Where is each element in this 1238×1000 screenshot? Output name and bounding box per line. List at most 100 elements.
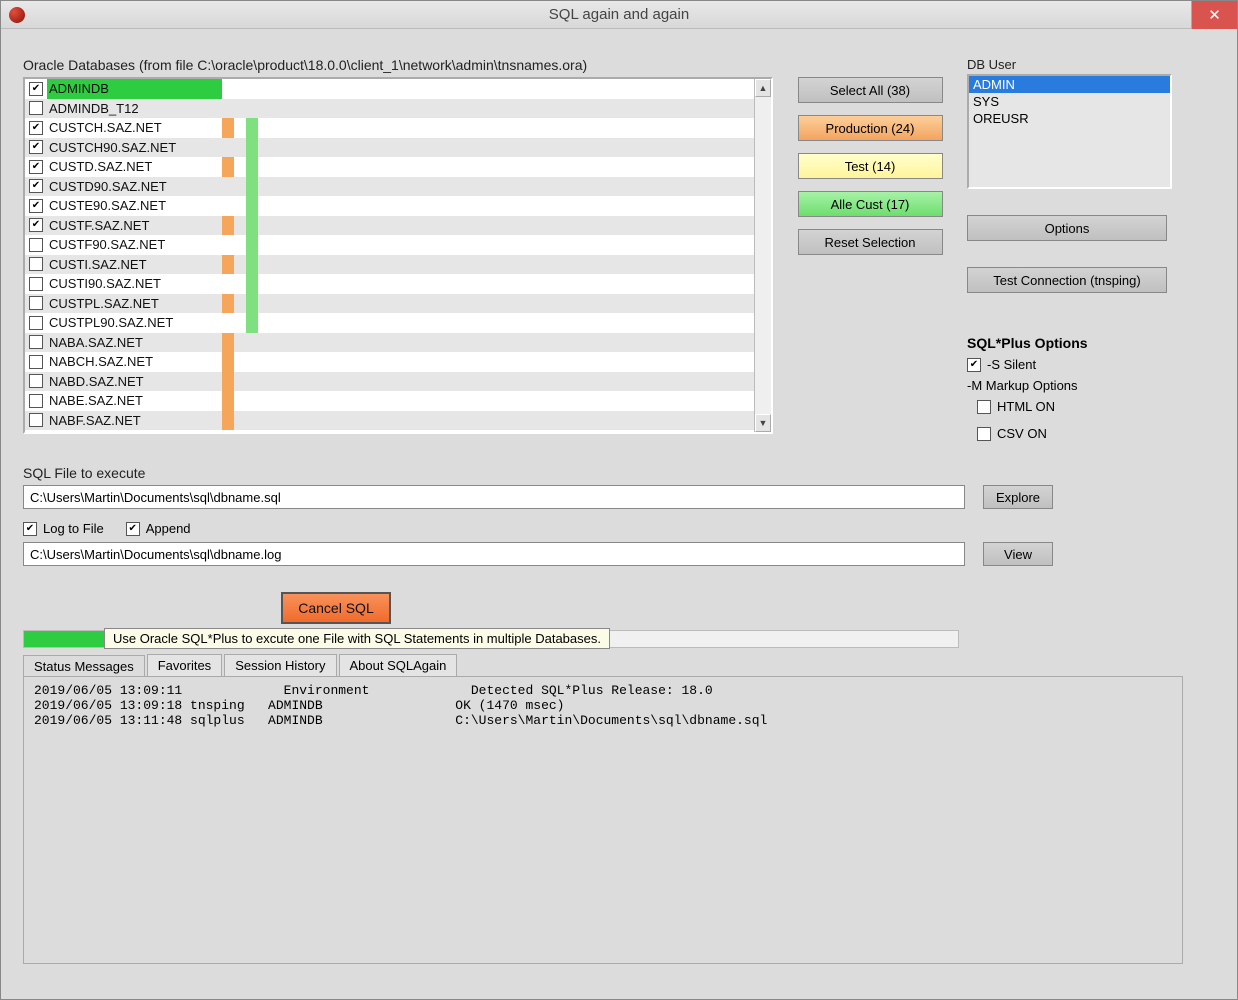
db-row[interactable]: ADMINDB — [25, 79, 754, 99]
db-checkbox[interactable] — [29, 257, 43, 271]
db-checkbox[interactable] — [29, 179, 43, 193]
tooltip: Use Oracle SQL*Plus to excute one File w… — [104, 628, 610, 649]
db-row[interactable]: CUSTCH90.SAZ.NET — [25, 138, 754, 158]
db-category-bars — [222, 118, 258, 138]
sqlplus-options-header: SQL*Plus Options — [967, 335, 1215, 351]
db-name-label: NABF.SAZ.NET — [47, 411, 222, 431]
db-checkbox[interactable] — [29, 140, 43, 154]
db-checkbox[interactable] — [29, 160, 43, 174]
db-checkbox[interactable] — [29, 199, 43, 213]
database-list[interactable]: ADMINDBADMINDB_T12CUSTCH.SAZ.NETCUSTCH90… — [23, 77, 773, 434]
db-checkbox[interactable] — [29, 218, 43, 232]
db-name-label: ADMINDB_T12 — [47, 99, 222, 119]
db-category-bars — [222, 157, 258, 177]
db-checkbox[interactable] — [29, 394, 43, 408]
db-category-bars — [222, 235, 258, 255]
db-name-label: NABCH.SAZ.NET — [47, 352, 222, 372]
append-checkbox[interactable] — [126, 522, 140, 536]
db-checkbox[interactable] — [29, 296, 43, 310]
db-list-label: Oracle Databases (from file C:\oracle\pr… — [23, 57, 773, 73]
db-checkbox[interactable] — [29, 82, 43, 96]
html-on-checkbox[interactable] — [977, 400, 991, 414]
markup-label: -M Markup Options — [967, 378, 1078, 393]
db-name-label: NABD.SAZ.NET — [47, 372, 222, 392]
db-row[interactable]: CUSTI90.SAZ.NET — [25, 274, 754, 294]
db-row[interactable]: CUSTPL.SAZ.NET — [25, 294, 754, 314]
db-row[interactable]: CUSTE90.SAZ.NET — [25, 196, 754, 216]
db-checkbox[interactable] — [29, 277, 43, 291]
csv-on-label: CSV ON — [997, 426, 1047, 441]
user-row[interactable]: SYS — [969, 93, 1170, 110]
db-checkbox[interactable] — [29, 355, 43, 369]
view-button[interactable]: View — [983, 542, 1053, 566]
silent-label: -S Silent — [987, 357, 1036, 372]
db-row[interactable]: NABA.SAZ.NET — [25, 333, 754, 353]
tab-about[interactable]: About SQLAgain — [339, 654, 458, 676]
progress-bar: Use Oracle SQL*Plus to excute one File w… — [23, 630, 959, 648]
log-to-file-label: Log to File — [43, 521, 104, 536]
window-title: SQL again and again — [1, 6, 1237, 23]
db-row[interactable]: CUSTF.SAZ.NET — [25, 216, 754, 236]
user-row[interactable]: ADMIN — [969, 76, 1170, 93]
db-row[interactable]: NABD.SAZ.NET — [25, 372, 754, 392]
status-log[interactable]: 2019/06/05 13:09:11 Environment Detected… — [23, 676, 1183, 964]
db-name-label: ADMINDB — [47, 79, 222, 99]
db-checkbox[interactable] — [29, 316, 43, 330]
db-checkbox[interactable] — [29, 238, 43, 252]
db-category-bars — [222, 216, 258, 236]
scroll-down-icon[interactable]: ▼ — [755, 414, 771, 432]
db-row[interactable]: NABCH.SAZ.NET — [25, 352, 754, 372]
db-name-label: CUSTI90.SAZ.NET — [47, 274, 222, 294]
db-user-list[interactable]: ADMINSYSOREUSR — [967, 74, 1172, 189]
db-checkbox[interactable] — [29, 121, 43, 135]
tab-status-messages[interactable]: Status Messages — [23, 655, 145, 677]
reset-selection-button[interactable]: Reset Selection — [798, 229, 943, 255]
db-category-bars — [222, 352, 258, 372]
db-row[interactable]: CUSTD.SAZ.NET — [25, 157, 754, 177]
cancel-sql-button[interactable]: Cancel SQL — [281, 592, 391, 624]
log-file-input[interactable] — [23, 542, 965, 566]
titlebar: SQL again and again ✕ — [1, 1, 1237, 29]
db-category-bars — [222, 177, 258, 197]
db-row[interactable]: CUSTI.SAZ.NET — [25, 255, 754, 275]
db-row[interactable]: NABE.SAZ.NET — [25, 391, 754, 411]
db-category-bars — [222, 79, 258, 99]
options-button[interactable]: Options — [967, 215, 1167, 241]
user-row[interactable]: OREUSR — [969, 110, 1170, 127]
db-row[interactable]: CUSTCH.SAZ.NET — [25, 118, 754, 138]
tab-favorites[interactable]: Favorites — [147, 654, 222, 676]
db-category-bars — [222, 138, 258, 158]
db-row[interactable]: CUSTD90.SAZ.NET — [25, 177, 754, 197]
db-category-bars — [222, 274, 258, 294]
production-button[interactable]: Production (24) — [798, 115, 943, 141]
db-row[interactable]: NABF.SAZ.NET — [25, 411, 754, 431]
db-row[interactable]: CUSTF90.SAZ.NET — [25, 235, 754, 255]
scrollbar-vertical[interactable]: ▲ ▼ — [754, 79, 771, 432]
db-category-bars — [222, 294, 258, 314]
db-checkbox[interactable] — [29, 374, 43, 388]
tab-session-history[interactable]: Session History — [224, 654, 336, 676]
log-to-file-checkbox[interactable] — [23, 522, 37, 536]
db-row[interactable]: CUSTPL90.SAZ.NET — [25, 313, 754, 333]
sql-file-input[interactable] — [23, 485, 965, 509]
select-all-button[interactable]: Select All (38) — [798, 77, 943, 103]
alle-cust-button[interactable]: Alle Cust (17) — [798, 191, 943, 217]
silent-checkbox[interactable] — [967, 358, 981, 372]
explore-button[interactable]: Explore — [983, 485, 1053, 509]
db-row[interactable]: ADMINDB_T12 — [25, 99, 754, 119]
db-name-label: CUSTCH.SAZ.NET — [47, 118, 222, 138]
db-category-bars — [222, 411, 258, 431]
db-category-bars — [222, 255, 258, 275]
db-name-label: CUSTE90.SAZ.NET — [47, 196, 222, 216]
test-connection-button[interactable]: Test Connection (tnsping) — [967, 267, 1167, 293]
tab-bar: Status Messages Favorites Session Histor… — [23, 654, 1215, 676]
db-name-label: CUSTPL90.SAZ.NET — [47, 313, 222, 333]
scroll-up-icon[interactable]: ▲ — [755, 79, 771, 97]
csv-on-checkbox[interactable] — [977, 427, 991, 441]
db-category-bars — [222, 391, 258, 411]
db-checkbox[interactable] — [29, 413, 43, 427]
db-checkbox[interactable] — [29, 335, 43, 349]
test-button[interactable]: Test (14) — [798, 153, 943, 179]
db-checkbox[interactable] — [29, 101, 43, 115]
progress-fill — [24, 631, 105, 647]
